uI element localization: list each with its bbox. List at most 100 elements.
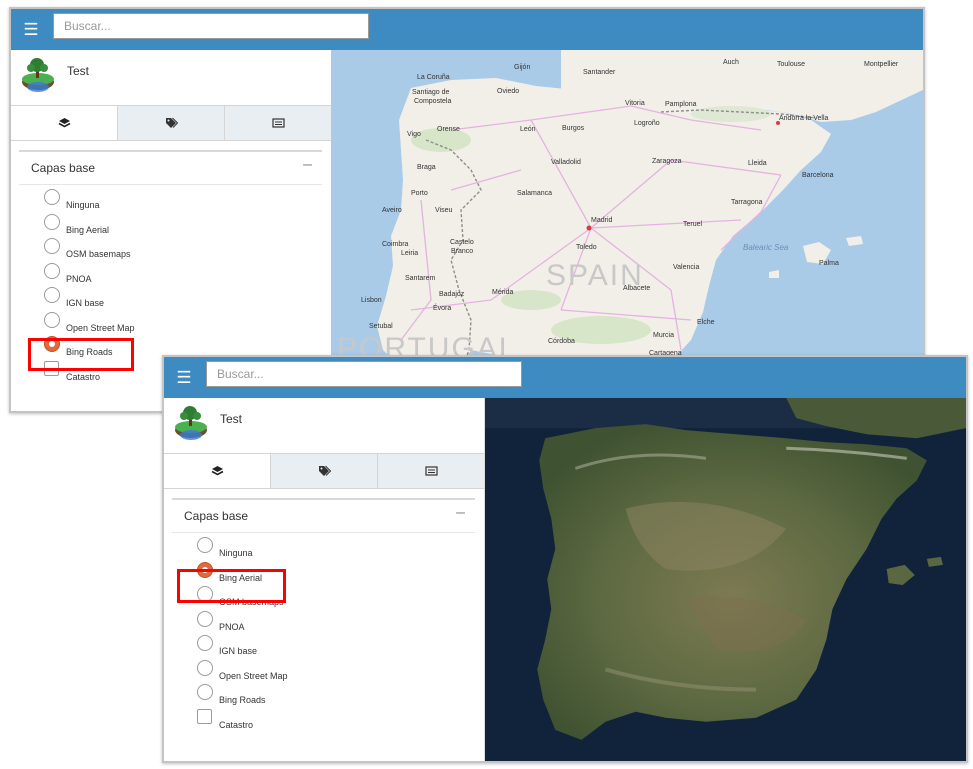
layer-option-catastro[interactable]: Catastro bbox=[172, 708, 472, 738]
svg-text:Auch: Auch bbox=[723, 59, 739, 66]
tab-layers[interactable] bbox=[11, 106, 118, 140]
panel-header: Capas base – bbox=[19, 152, 322, 185]
tags-icon bbox=[165, 117, 178, 128]
tab-legend[interactable] bbox=[378, 454, 484, 488]
svg-text:Setubal: Setubal bbox=[369, 323, 393, 330]
svg-text:Valencia: Valencia bbox=[673, 264, 699, 271]
svg-text:Logroño: Logroño bbox=[634, 120, 660, 127]
layer-label: PNOA bbox=[66, 273, 92, 284]
svg-text:León: León bbox=[520, 126, 536, 133]
layer-option-osm-basemaps[interactable]: OSM basemaps bbox=[19, 238, 319, 267]
layer-radio[interactable] bbox=[44, 287, 60, 303]
app-title: Test bbox=[220, 412, 243, 426]
svg-text:Albacete: Albacete bbox=[623, 285, 650, 292]
layer-radio[interactable] bbox=[197, 635, 213, 651]
layers-icon bbox=[58, 118, 70, 128]
layer-radio[interactable] bbox=[197, 684, 213, 700]
svg-text:Mérida: Mérida bbox=[492, 289, 514, 296]
brand-header: Test bbox=[164, 398, 484, 453]
tab-layers[interactable] bbox=[164, 454, 271, 488]
layer-option-bing-aerial[interactable]: Bing Aerial bbox=[19, 213, 319, 243]
layer-radio[interactable] bbox=[197, 659, 213, 676]
app-logo bbox=[22, 58, 54, 92]
layer-option-pnoa[interactable]: PNOA bbox=[172, 610, 472, 640]
layer-label: Open Street Map bbox=[219, 670, 288, 681]
layer-option-ninguna[interactable]: Ninguna bbox=[19, 189, 319, 218]
svg-text:Balearic Sea: Balearic Sea bbox=[743, 243, 789, 252]
tags-icon bbox=[318, 465, 331, 476]
app-window-bing-roads: ☰ Test bbox=[9, 7, 925, 413]
svg-text:Zaragoza: Zaragoza bbox=[652, 158, 682, 165]
svg-text:Oviedo: Oviedo bbox=[497, 88, 519, 95]
layers-icon bbox=[211, 466, 223, 476]
menu-icon[interactable]: ☰ bbox=[19, 18, 43, 42]
svg-text:Badajoz: Badajoz bbox=[439, 291, 465, 298]
svg-text:Braga: Braga bbox=[417, 164, 436, 171]
top-bar: ☰ bbox=[11, 9, 923, 50]
layer-radio[interactable] bbox=[44, 238, 60, 254]
selection-highlight bbox=[177, 569, 286, 603]
layer-label: Catastro bbox=[66, 371, 101, 382]
layer-radio[interactable] bbox=[44, 262, 60, 279]
layer-label: OSM basemaps bbox=[66, 249, 131, 259]
app-logo bbox=[175, 406, 207, 440]
base-layers-panel: Capas base – bbox=[172, 498, 475, 533]
sidebar-tabs bbox=[164, 453, 484, 489]
collapse-icon[interactable]: – bbox=[456, 504, 465, 522]
svg-text:Murcia: Murcia bbox=[653, 332, 674, 339]
svg-text:Castelo: Castelo bbox=[450, 239, 474, 246]
tab-legend[interactable] bbox=[225, 106, 331, 140]
layer-option-open-street-map[interactable]: Open Street Map bbox=[172, 659, 472, 689]
menu-icon[interactable]: ☰ bbox=[172, 366, 196, 390]
collapse-icon[interactable]: – bbox=[303, 156, 312, 174]
layer-radio[interactable] bbox=[44, 213, 60, 230]
svg-text:Valladolid: Valladolid bbox=[551, 159, 581, 166]
layer-checkbox[interactable] bbox=[197, 708, 212, 724]
tab-tags[interactable] bbox=[118, 106, 225, 140]
svg-text:Branco: Branco bbox=[451, 248, 473, 255]
svg-text:Palma: Palma bbox=[819, 260, 839, 267]
svg-text:Barcelona: Barcelona bbox=[802, 172, 834, 179]
layer-option-ninguna[interactable]: Ninguna bbox=[172, 537, 472, 566]
layer-radio[interactable] bbox=[44, 189, 60, 205]
layer-option-pnoa[interactable]: PNOA bbox=[19, 262, 319, 292]
svg-text:Porto: Porto bbox=[411, 190, 428, 197]
layer-option-bing-roads[interactable]: Bing Roads bbox=[172, 684, 472, 713]
svg-text:Leiria: Leiria bbox=[401, 250, 418, 257]
app-title: Test bbox=[67, 64, 90, 78]
svg-text:La Coruña: La Coruña bbox=[417, 74, 450, 81]
svg-text:Burgos: Burgos bbox=[562, 125, 585, 132]
svg-text:Toulouse: Toulouse bbox=[777, 61, 805, 68]
svg-text:Tarragona: Tarragona bbox=[731, 199, 763, 206]
svg-text:Évora: Évora bbox=[433, 303, 451, 312]
layer-label: Catastro bbox=[219, 719, 254, 730]
panel-title: Capas base bbox=[31, 161, 96, 175]
layer-label: Bing Aerial bbox=[66, 224, 110, 235]
layer-option-ign-base[interactable]: IGN base bbox=[172, 635, 472, 664]
layer-option-ign-base[interactable]: IGN base bbox=[19, 287, 319, 316]
svg-text:Gijón: Gijón bbox=[514, 64, 530, 71]
aerial-map[interactable] bbox=[485, 398, 966, 761]
svg-text:Teruel: Teruel bbox=[683, 221, 703, 228]
svg-text:Vigo: Vigo bbox=[407, 131, 421, 138]
svg-text:Toledo: Toledo bbox=[576, 244, 597, 251]
search-input[interactable] bbox=[206, 361, 522, 387]
svg-text:Aveiro: Aveiro bbox=[382, 207, 402, 214]
svg-text:Viseu: Viseu bbox=[435, 207, 452, 214]
layer-label: PNOA bbox=[219, 621, 245, 632]
svg-text:Vitoria: Vitoria bbox=[625, 100, 645, 107]
layer-option-open-street-map[interactable]: Open Street Map bbox=[19, 311, 319, 341]
layer-radio[interactable] bbox=[197, 610, 213, 627]
svg-text:Madrid: Madrid bbox=[591, 217, 613, 224]
panel-title: Capas base bbox=[184, 509, 249, 523]
selection-highlight bbox=[28, 338, 134, 371]
layer-radio[interactable] bbox=[197, 537, 213, 553]
list-icon bbox=[424, 466, 438, 476]
layer-label: IGN base bbox=[219, 646, 258, 656]
layer-label: Open Street Map bbox=[66, 322, 135, 333]
top-bar: ☰ bbox=[164, 357, 966, 398]
layer-radio[interactable] bbox=[44, 311, 60, 328]
search-input[interactable] bbox=[53, 13, 369, 39]
svg-text:Coimbra: Coimbra bbox=[382, 241, 409, 248]
tab-tags[interactable] bbox=[271, 454, 378, 488]
